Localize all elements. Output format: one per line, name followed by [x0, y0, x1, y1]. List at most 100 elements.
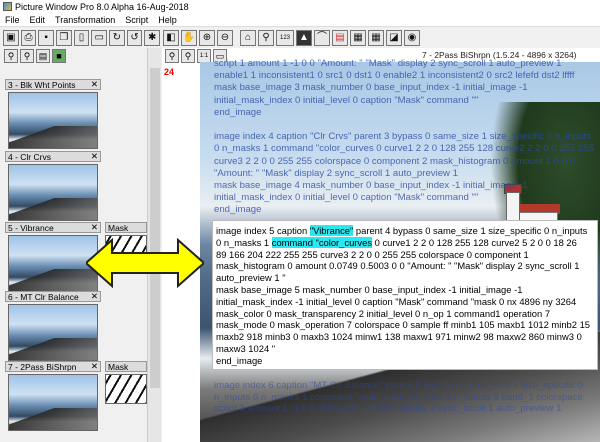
main-toolbar: ▣ ⎙ ▪ ❐ ▯ ▭ ↻ ↺ ✱	[0, 28, 161, 48]
thumbnail-title: 4 - Clr Crvs	[8, 151, 51, 162]
script-code-line: maxw3 1024 "	[216, 342, 276, 354]
script-code-line: maxb2 918 minb3 0 maxb3 1024 minw1 138 m…	[216, 331, 582, 343]
script-text-box: image index 5 caption "Vibrance" parent …	[212, 220, 598, 370]
paste-icon[interactable]: ▭	[91, 30, 108, 46]
actual-size-icon[interactable]: 1:1	[197, 49, 211, 63]
toggle-icon[interactable]: ◪	[386, 30, 402, 46]
script-code-line: mask_histogram 0 amount 0.0749 0.5003 0 …	[216, 260, 580, 272]
highlighted-text: "Vibrance"	[309, 225, 354, 236]
title-bar: Picture Window Pro 8.0 Alpha 16-Aug-2018	[0, 0, 600, 13]
script-text-line: image index 6 caption "MT Clr Balance" p…	[214, 380, 584, 391]
thumbnail-title: 7 - 2Pass BiShrpn	[8, 361, 77, 372]
print-icon[interactable]: ⎙	[20, 30, 37, 46]
color-icon[interactable]: ■	[52, 49, 66, 63]
thumbnail-image[interactable]	[8, 235, 98, 292]
zoom-in-icon[interactable]: ⊕	[199, 30, 215, 46]
menu-file[interactable]: File	[0, 15, 25, 25]
thumbnail-item[interactable]: 7 - 2Pass BiShrpn ✕	[5, 361, 101, 431]
zoom-readout: 24	[164, 67, 175, 77]
zoom-in-icon[interactable]: ⚲	[4, 49, 18, 63]
thumbnail-image[interactable]	[8, 304, 98, 361]
undo-icon[interactable]: ↺	[126, 30, 143, 46]
zoom-in-icon[interactable]: ⚲	[165, 49, 179, 63]
mask-title: Mask	[105, 222, 147, 233]
save-icon[interactable]: ▪	[38, 30, 55, 46]
script-text-line: initial_mask_index 0 initial_level 0 cap…	[214, 192, 479, 204]
thumbnail-tools: ⚲ ⚲ ▤ ■	[2, 48, 102, 64]
mask-image[interactable]	[105, 374, 147, 404]
close-icon[interactable]: ✕	[91, 223, 98, 232]
levels-button[interactable]: 123	[276, 30, 294, 46]
thumbnail-image[interactable]	[8, 92, 98, 149]
window-title: Picture Window Pro 8.0 Alpha 16-Aug-2018	[15, 1, 189, 12]
script-text-line: curve3 2 2 0 0 255 255 colorspace 0 comp…	[214, 155, 576, 167]
thumbnail-image[interactable]	[8, 374, 98, 431]
landscape-icon[interactable]: ▲	[296, 30, 312, 46]
script-text-line: end_image	[214, 106, 262, 118]
script-code-line: mask_mode 0 mask_operation 7 colorspace …	[216, 319, 591, 331]
script-text-line: script 1 amount 1 -1 0 0 "Amount: " "Mas…	[214, 403, 562, 415]
close-icon[interactable]: ✕	[91, 362, 98, 371]
highlighted-text: command "color_curves	[271, 236, 373, 248]
settings-icon[interactable]: ✱	[144, 30, 161, 46]
script-text-line: enable1 1 inconsistent1 0 src1 0 dst1 0 …	[214, 70, 575, 82]
script-code-line: mask base_image 5 mask_number 0 base_inp…	[216, 283, 523, 295]
hand-icon[interactable]: ✋	[181, 30, 197, 46]
app-icon	[3, 2, 12, 11]
script-text-line: initial_mask_index 0 initial_level 0 cap…	[214, 94, 479, 106]
double-arrow-icon	[86, 238, 204, 288]
eye-icon[interactable]: ◉	[404, 30, 420, 46]
magnify-icon[interactable]: ⚲	[258, 30, 274, 46]
script-text-line: script 1 amount 1 -1 0 0 "Amount: " "Mas…	[214, 58, 562, 69]
histogram-icon[interactable]: ▦	[350, 30, 366, 46]
zoom-out-icon[interactable]: ⚲	[181, 49, 195, 63]
script-text-line: mask base_image 3 mask_number 0 base_inp…	[214, 82, 528, 94]
image-toolbar: ◧ ✋ ⊕ ⊖ ⌂ ⚲ 123 ▲ ⌒ ▤ ▦ ▦ ◪ ◉	[163, 28, 600, 48]
script-text-line: n_inputs 0 n_masks 1 command "multi_colo…	[214, 391, 583, 403]
mask-thumbnail[interactable]: Mask	[105, 361, 147, 404]
script-text-line: "Amount: " "Mask" display 2 sync_scroll …	[214, 167, 458, 179]
script-text-line: mask base_image 4 mask_number 0 base_inp…	[214, 180, 528, 191]
fit-icon[interactable]: ▤	[36, 49, 50, 63]
image-window: ⚲ ⚲ 1:1 ▭ 7 - 2Pass BiShrpn (1.5.24 - 48…	[162, 48, 600, 442]
script-text-line: image index 4 caption "Clr Crvs" parent …	[214, 131, 591, 143]
menu-help[interactable]: Help	[153, 15, 182, 25]
grid-icon[interactable]: ▦	[368, 30, 384, 46]
zoom-out-icon[interactable]: ⚲	[20, 49, 34, 63]
close-icon[interactable]: ✕	[91, 292, 98, 301]
script-code-line: initial_mask_index -1 initial_level 0 ca…	[216, 295, 577, 307]
script-text-line: 0 n_masks 1 command "color_curves 0 curv…	[214, 143, 594, 155]
new-icon[interactable]: ▣	[3, 30, 19, 46]
thumbnail-item[interactable]: 3 - Blk Wht Points ✕	[5, 79, 101, 149]
thumbnail-image[interactable]	[8, 164, 98, 221]
scrollbar-thumb[interactable]	[150, 68, 160, 388]
thumbnail-title: 6 - MT Clr Balance	[8, 291, 79, 302]
script-code-line: 0 n_masks 1 command "color_curves 0 curv…	[216, 236, 577, 248]
zoom-out-icon[interactable]: ⊖	[217, 30, 233, 46]
channels-icon[interactable]: ▤	[332, 30, 348, 46]
app-window: Picture Window Pro 8.0 Alpha 16-Aug-2018…	[0, 0, 600, 442]
close-icon[interactable]: ✕	[91, 80, 98, 89]
mouse-icon[interactable]: ⌂	[240, 30, 256, 46]
refresh-icon[interactable]: ↻	[109, 30, 125, 46]
hat-icon[interactable]: ⌒	[314, 30, 330, 46]
menu-edit[interactable]: Edit	[25, 15, 51, 25]
copy-icon[interactable]: ❐	[56, 30, 72, 46]
thumbnail-title: 5 - Vibrance	[8, 222, 54, 233]
mask-title: Mask	[105, 361, 147, 372]
script-code-line: 89 166 204 222 255 255 curve3 2 2 0 0 25…	[216, 248, 529, 260]
script-code-line: auto_preview 1 "	[216, 272, 286, 284]
script-code-line: image index 5 caption "Vibrance" parent …	[216, 225, 588, 236]
menu-bar: File Edit Transformation Script Help	[0, 13, 600, 27]
menu-transformation[interactable]: Transformation	[50, 15, 120, 25]
thumbnail-title: 3 - Blk Wht Points	[8, 79, 76, 90]
script-code-line: end_image	[216, 354, 263, 366]
clipboard-icon[interactable]: ▯	[73, 30, 90, 46]
pan-icon[interactable]: ◧	[163, 30, 179, 46]
close-icon[interactable]: ✕	[91, 152, 98, 161]
menu-script[interactable]: Script	[120, 15, 153, 25]
thumbnail-item[interactable]: 4 - Clr Crvs ✕	[5, 151, 101, 221]
thumbnail-item[interactable]: 6 - MT Clr Balance ✕	[5, 291, 101, 361]
script-code-line: mask_color 0 mask_transparency 2 initial…	[216, 307, 551, 319]
script-text-line: end_image	[214, 204, 262, 216]
